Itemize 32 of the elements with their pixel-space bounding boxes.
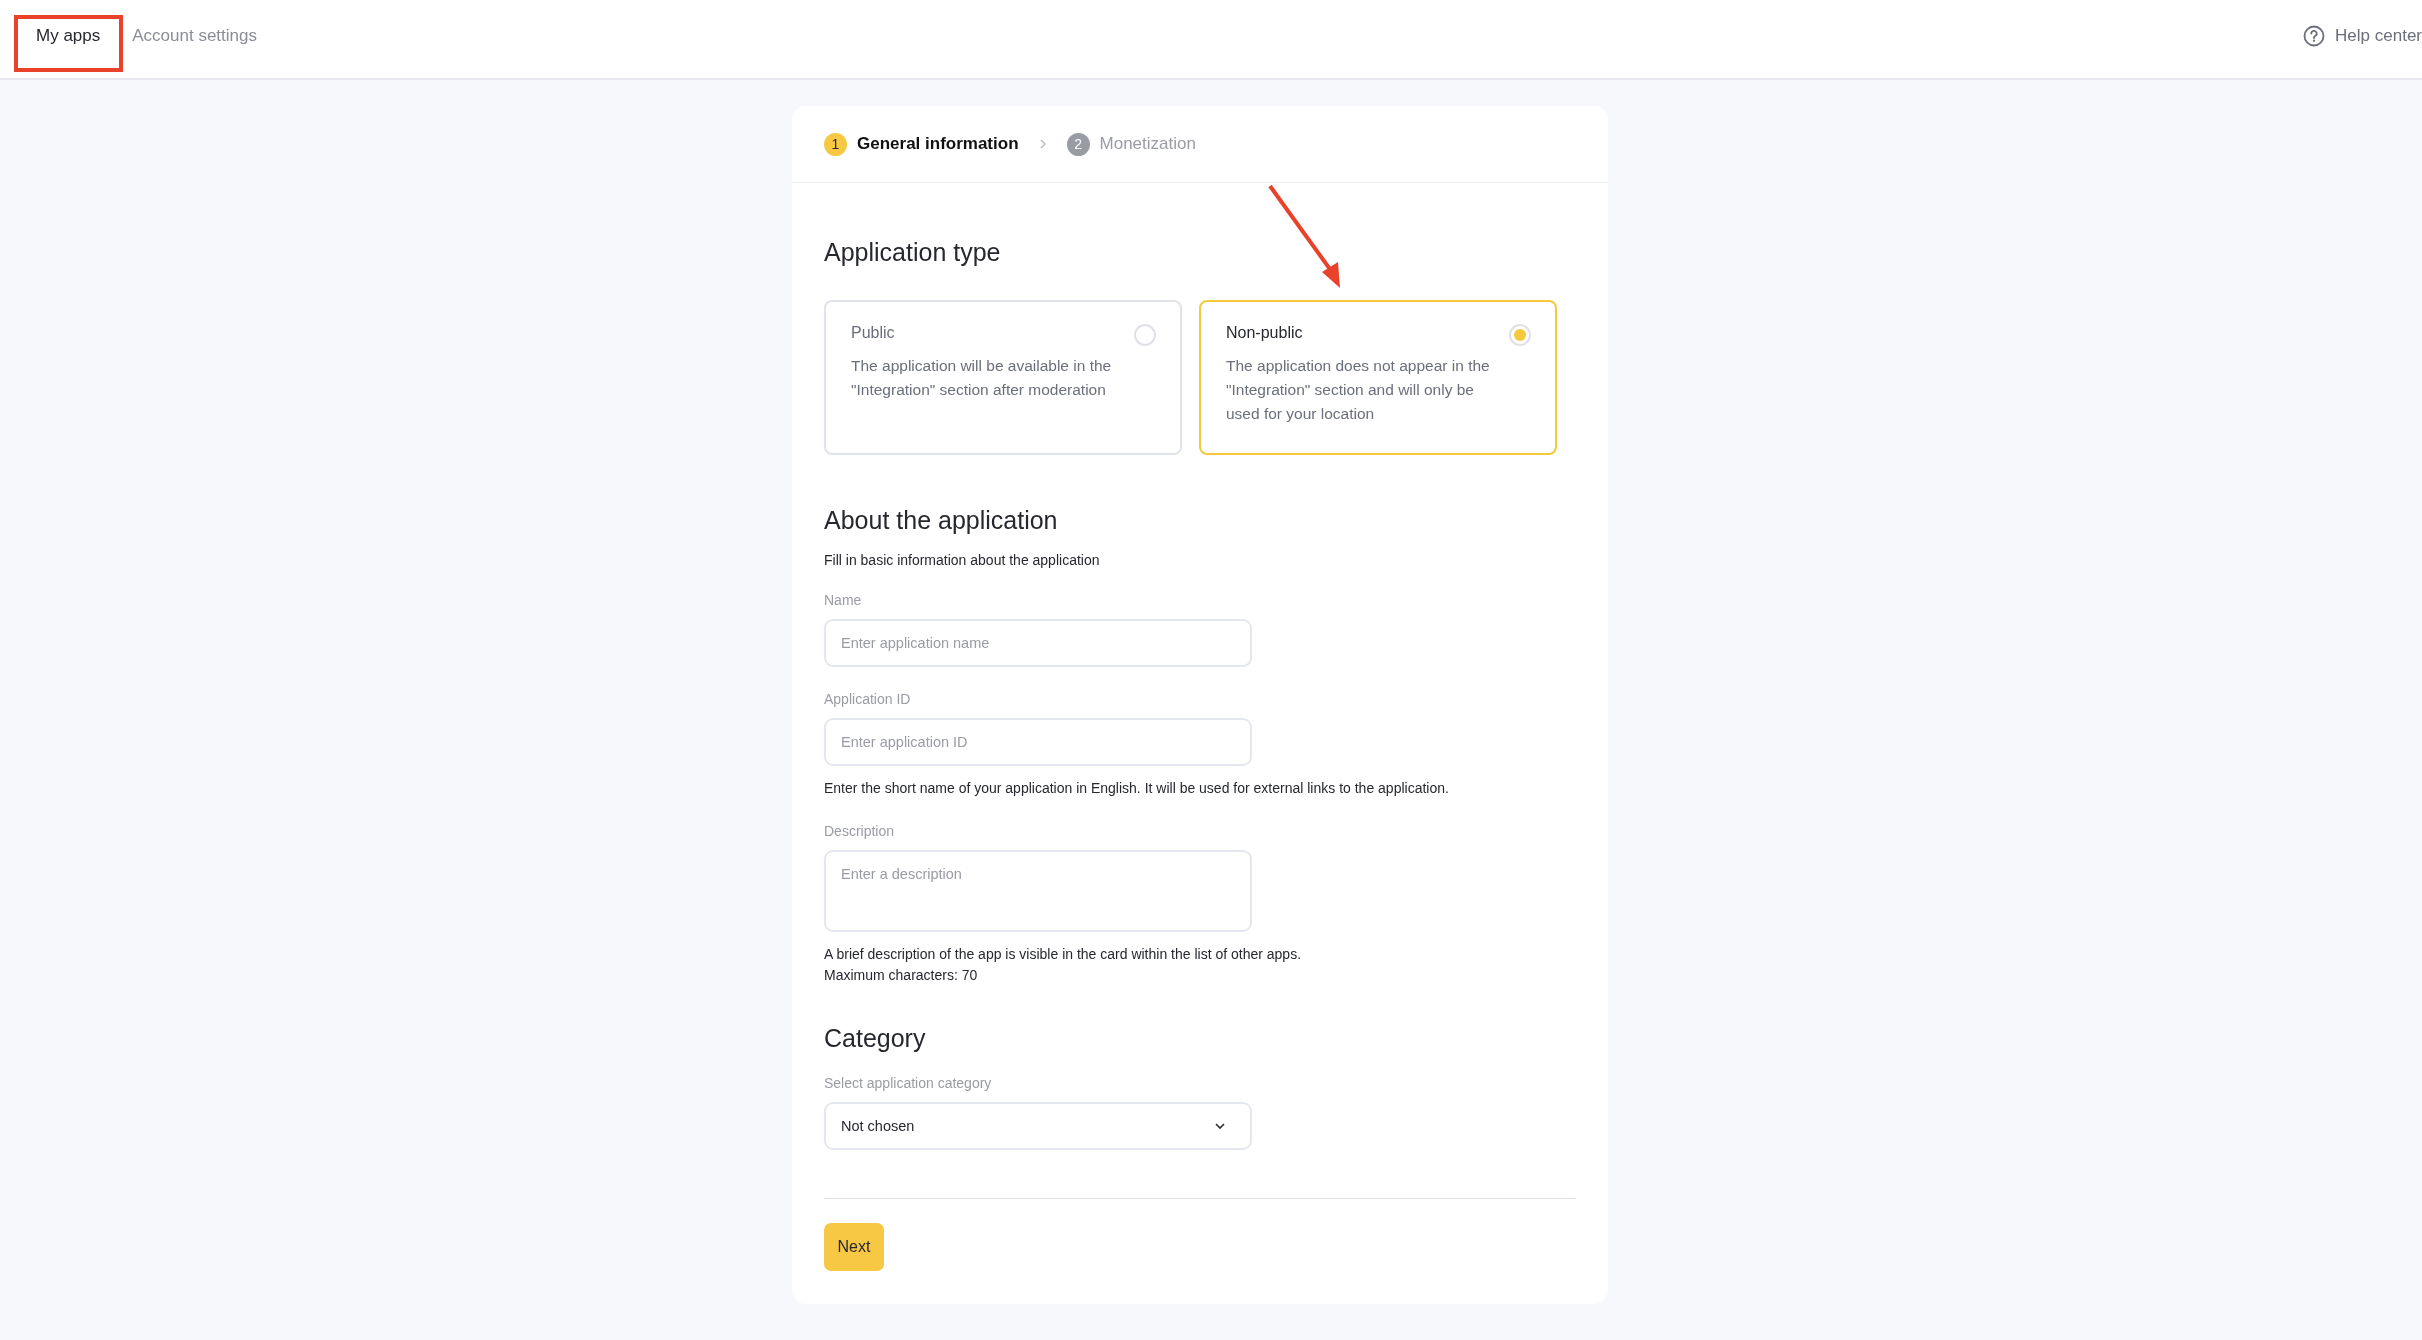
type-option-card[interactable]: Non-public The application does not appear in the "Integration" section and will only be used for your location (1199, 300, 1557, 455)
field-hint: A brief description of the app is visible in the card within the list of other apps. (824, 945, 1302, 964)
chevron-right-icon (1038, 138, 1047, 150)
text-input[interactable]: Enter application ID (824, 718, 1252, 766)
step-label[interactable]: General information (857, 134, 1019, 154)
help-center-link[interactable]: Help center (2303, 25, 2422, 47)
field-label: Description (824, 823, 896, 839)
text-input[interactable]: Enter application name (824, 619, 1252, 667)
field-hint: Enter the short name of your application in English. It will be used for external links to the application. (824, 779, 1449, 798)
option-description: The application does not appear in the "Integration" section and will only be used for your location (1226, 356, 1491, 424)
category-select[interactable]: Not chosen (824, 1102, 1252, 1150)
option-title: Non-public (1226, 324, 1304, 342)
option-title: Public (851, 324, 896, 342)
field-hint: Maximum characters: 70 (824, 966, 979, 985)
type-option-card[interactable]: Public The application will be available in the "Integration" section after moderation (824, 300, 1182, 455)
section-subtitle: Fill in basic information about the application (824, 552, 1100, 568)
section-title: Category (824, 1024, 926, 1053)
radio-button[interactable] (1134, 324, 1156, 346)
description-textarea[interactable]: Enter a description (824, 850, 1252, 932)
section-title: About the application (824, 506, 1058, 535)
help-icon (2303, 25, 2326, 47)
field-label: Name (824, 592, 863, 608)
nav-tab[interactable]: My apps (36, 26, 101, 46)
step-number: 1 (824, 132, 847, 156)
chevron-down-icon (1214, 1122, 1226, 1130)
next-button[interactable]: Next (824, 1223, 884, 1271)
radio-button[interactable] (1509, 324, 1531, 346)
step-number: 2 (1066, 132, 1090, 156)
option-description: The application will be available in the "Integration" section after moderation (851, 356, 1113, 400)
field-label: Select application category (824, 1075, 992, 1091)
section-title: Application type (824, 238, 1001, 267)
field-label: Application ID (824, 691, 912, 707)
